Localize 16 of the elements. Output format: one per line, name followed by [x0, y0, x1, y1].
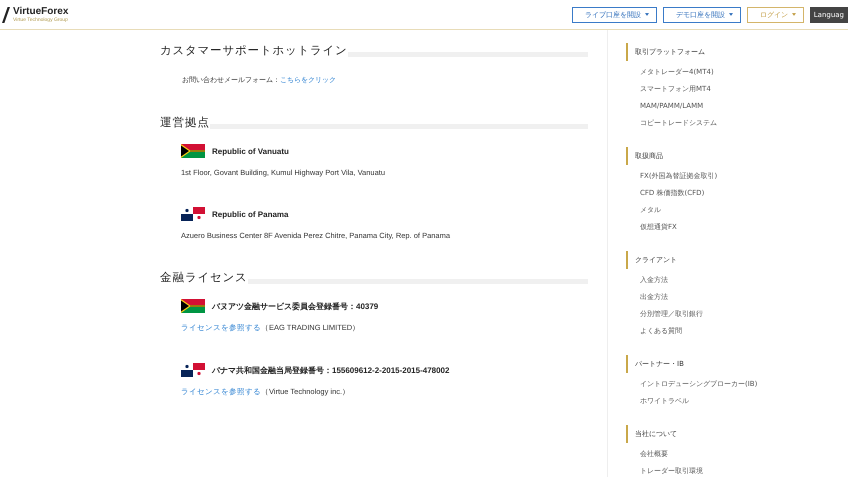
license-number: パナマ共和国金融当局登録番号：155609612-2-2015-2015-478002: [212, 364, 450, 376]
caret-icon: [644, 13, 649, 16]
flag-icon: [181, 299, 205, 313]
logo-name[interactable]: VirtueForex: [13, 6, 68, 17]
flag-icon: [181, 144, 205, 158]
caret-icon: [792, 13, 796, 16]
license-number: バヌアツ金融サービス委員会登録番号：40379: [212, 300, 378, 312]
flag-icon: [181, 363, 205, 377]
flag-icon: [181, 207, 205, 221]
section-title: 運営拠点: [160, 115, 210, 130]
section-title: 金融ライセンス: [160, 270, 248, 285]
office-name: Republic of Panama: [212, 210, 288, 218]
section-title: カスタマーサポートホットライン: [160, 43, 348, 58]
caret-icon: [728, 13, 733, 16]
logo-icon: [2, 6, 10, 24]
office-name: Republic of Vanuatu: [212, 146, 289, 156]
